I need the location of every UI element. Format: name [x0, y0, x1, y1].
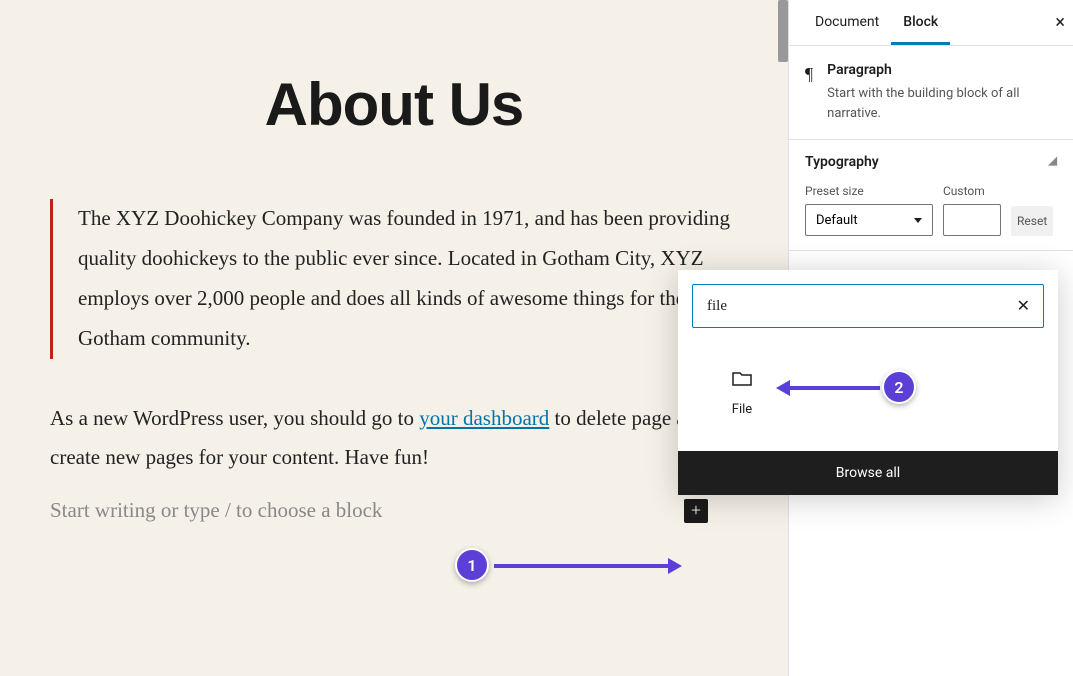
- typography-label: Typography: [805, 154, 879, 170]
- plus-icon: +: [691, 500, 701, 521]
- browse-all-button[interactable]: Browse all: [678, 451, 1058, 495]
- typography-header[interactable]: Typography ◢: [805, 154, 1057, 170]
- dashboard-link[interactable]: your dashboard: [419, 406, 549, 430]
- placeholder-text: Start writing or type / to choose a bloc…: [50, 498, 382, 523]
- sidebar-tabs: Document Block ×: [789, 0, 1073, 46]
- annotation-marker-2: 2: [882, 370, 916, 404]
- typography-panel: Typography ◢ Preset size Default Custom …: [789, 140, 1073, 251]
- annotation-arrow-1: [494, 564, 670, 568]
- inserter-results: File: [678, 342, 1058, 451]
- page-title[interactable]: About Us: [0, 70, 788, 139]
- add-block-button[interactable]: +: [684, 499, 708, 523]
- quote-block[interactable]: The XYZ Doohickey Company was founded in…: [50, 199, 738, 359]
- block-description: Start with the building block of all nar…: [827, 84, 1057, 123]
- block-info-panel: ¶ Paragraph Start with the building bloc…: [789, 46, 1073, 140]
- preset-size-select[interactable]: Default: [805, 204, 933, 236]
- block-title: Paragraph: [827, 62, 1057, 78]
- tab-block[interactable]: Block: [891, 0, 950, 45]
- file-block-label: File: [700, 402, 784, 417]
- annotation-arrow-2: [788, 386, 880, 390]
- block-search-input[interactable]: [692, 284, 1044, 328]
- chevron-up-icon: ◢: [1049, 154, 1057, 170]
- reset-button[interactable]: Reset: [1011, 206, 1053, 236]
- clear-search-icon[interactable]: ✕: [1017, 296, 1030, 315]
- block-info-text: Paragraph Start with the building block …: [827, 62, 1057, 123]
- custom-size-label: Custom: [943, 184, 1001, 198]
- custom-size-input[interactable]: [943, 204, 1001, 236]
- tab-document[interactable]: Document: [803, 0, 891, 45]
- paragraph-text-pre: As a new WordPress user, you should go t…: [50, 406, 419, 430]
- paragraph-icon: ¶: [805, 64, 813, 123]
- vertical-scrollbar[interactable]: [778, 0, 788, 62]
- preset-size-value: Default: [816, 213, 858, 228]
- paragraph-block[interactable]: As a new WordPress user, you should go t…: [50, 399, 738, 479]
- annotation-marker-1: 1: [455, 548, 489, 582]
- empty-block-placeholder[interactable]: Start writing or type / to choose a bloc…: [50, 498, 738, 523]
- block-inserter-popup: ✕ File Browse all: [678, 270, 1058, 495]
- quote-text: The XYZ Doohickey Company was founded in…: [78, 199, 738, 359]
- preset-size-label: Preset size: [805, 184, 933, 198]
- editor-canvas: About Us The XYZ Doohickey Company was f…: [0, 0, 788, 676]
- preset-size-field: Preset size Default: [805, 184, 933, 236]
- custom-size-field: Custom: [943, 184, 1001, 236]
- close-sidebar-icon[interactable]: ×: [1055, 12, 1065, 33]
- file-icon: [700, 366, 784, 390]
